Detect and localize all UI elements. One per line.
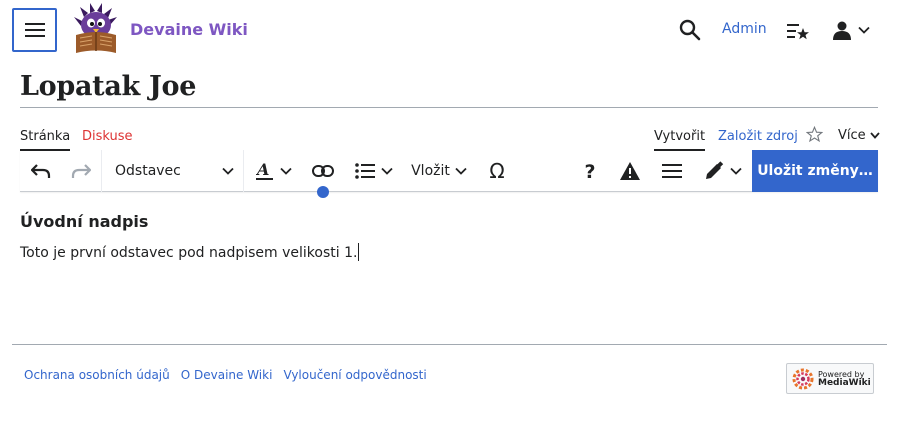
undo-button[interactable] xyxy=(26,150,56,192)
help-icon: ? xyxy=(584,161,595,181)
notices-icon xyxy=(620,162,640,180)
footer-divider xyxy=(12,344,887,345)
tab-create-source[interactable]: Založit zdroj xyxy=(718,129,798,144)
insert-dropdown[interactable]: Vložit xyxy=(408,150,470,192)
star-icon[interactable] xyxy=(806,126,823,143)
notices-button[interactable] xyxy=(616,150,644,192)
footer-link-privacy[interactable]: Ochrana osobních údajů xyxy=(24,368,170,382)
powered-by-line2: MediaWiki xyxy=(818,377,871,388)
page-title: Lopatak Joe xyxy=(20,71,197,102)
more-menu[interactable]: Více xyxy=(838,128,880,143)
help-button[interactable]: ? xyxy=(576,150,604,192)
svg-text:Ω: Ω xyxy=(489,161,504,181)
paragraph-format-label: Odstavec xyxy=(115,163,181,179)
page-options-button[interactable] xyxy=(658,150,686,192)
title-divider xyxy=(20,107,878,108)
link-icon xyxy=(312,165,334,177)
list-button[interactable] xyxy=(352,150,396,192)
chevron-down-icon xyxy=(858,26,870,34)
save-changes-button[interactable]: Uložit změny… xyxy=(752,150,878,192)
content-paragraph-text: Toto je první odstavec pod nadpisem veli… xyxy=(20,245,358,261)
powered-by-text: Powered by MediaWiki xyxy=(818,370,871,388)
link-indicator-dot xyxy=(317,186,329,198)
editor-toolbar: Odstavec A Vložit Ω ? Uložit změny… xyxy=(20,150,878,192)
site-header: Devaine Wiki Admin xyxy=(0,0,899,62)
chevron-down-icon xyxy=(222,167,234,175)
footer-link-disclaimer[interactable]: Vyloučení odpovědnosti xyxy=(283,368,426,382)
redo-icon xyxy=(71,164,91,178)
tab-create[interactable]: Vytvořit xyxy=(654,129,706,151)
undo-icon xyxy=(31,164,51,178)
text-style-button[interactable]: A xyxy=(250,150,298,192)
text-cursor xyxy=(358,243,360,261)
logo[interactable] xyxy=(70,3,122,55)
edit-mode-icon xyxy=(706,161,724,179)
more-menu-label: Více xyxy=(838,128,866,143)
user-icon xyxy=(833,21,851,40)
insert-label: Vložit xyxy=(411,163,450,179)
special-character-button[interactable]: Ω xyxy=(482,150,512,192)
main-menu-button[interactable] xyxy=(12,8,57,52)
menu-icon xyxy=(24,23,45,37)
svg-text:?: ? xyxy=(584,161,595,181)
list-icon xyxy=(355,163,375,179)
redo-button[interactable] xyxy=(66,150,96,192)
footer-link-about[interactable]: O Devaine Wiki xyxy=(181,368,273,382)
watchlist-icon[interactable] xyxy=(786,19,810,43)
paragraph-format-dropdown[interactable]: Odstavec xyxy=(102,150,242,192)
tab-talk[interactable]: Diskuse xyxy=(82,129,133,144)
special-character-icon: Ω xyxy=(489,161,504,181)
tab-page[interactable]: Stránka xyxy=(20,129,71,151)
footer-links: Ochrana osobních údajů O Devaine Wiki Vy… xyxy=(24,368,427,382)
toolbar-divider xyxy=(243,150,244,192)
page-options-icon xyxy=(662,164,682,178)
user-menu-button[interactable] xyxy=(832,17,876,43)
chevron-down-icon xyxy=(455,167,467,175)
mediawiki-logo-icon xyxy=(792,368,814,389)
chevron-down-icon xyxy=(730,167,742,175)
chevron-down-icon xyxy=(280,167,292,175)
content-paragraph[interactable]: Toto je první odstavec pod nadpisem veli… xyxy=(20,243,360,261)
text-style-icon: A xyxy=(256,161,273,180)
site-name[interactable]: Devaine Wiki xyxy=(130,20,248,39)
edit-mode-dropdown[interactable] xyxy=(700,150,746,192)
powered-by-mediawiki-badge[interactable]: Powered by MediaWiki xyxy=(786,363,874,394)
user-page-link[interactable]: Admin xyxy=(722,21,767,37)
svg-text:A: A xyxy=(256,161,269,179)
chevron-down-icon xyxy=(869,132,880,139)
content-heading[interactable]: Úvodní nadpis xyxy=(20,212,148,231)
chevron-down-icon xyxy=(381,167,393,175)
search-icon[interactable] xyxy=(678,18,702,42)
